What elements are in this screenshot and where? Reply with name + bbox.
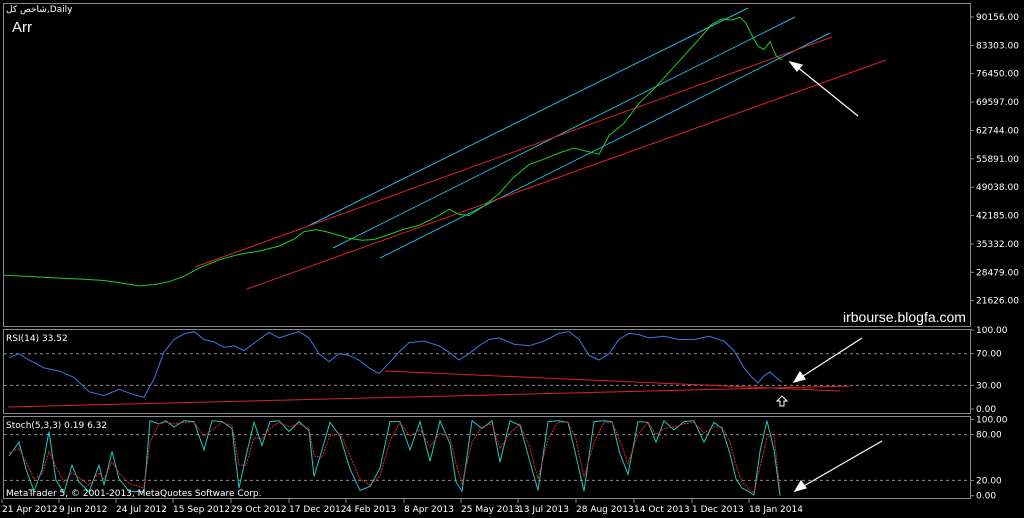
y-tick-label: 62744.00 <box>976 126 1019 136</box>
watermark: irbourse.blogfa.com <box>843 309 966 325</box>
symbol-header: شاخص کل,Daily <box>6 5 73 15</box>
price-series-line[interactable] <box>3 16 783 287</box>
x-tick-label: 4 Feb 2013 <box>346 505 396 515</box>
stoch-panel[interactable]: 100.00 80.00 20.00 0.00 Stoch(5,3,3) 0.19 6… <box>4 415 1008 502</box>
annotation-arrow-rsi <box>792 337 863 383</box>
y-tick-label: 0.00 <box>976 492 996 502</box>
channel-lower-cyan[interactable] <box>379 32 831 259</box>
x-tick-label: 24 Jul 2012 <box>116 505 167 515</box>
arrow-head-stoch <box>793 479 807 492</box>
y-tick-label: 90156.00 <box>976 13 1019 23</box>
up-arrow-icon <box>775 395 789 407</box>
rsi-panel[interactable]: 100.00 70.00 30.00 0.00 RSI(14) 33.52 <box>4 326 1008 415</box>
arrow-head-rsi <box>792 370 806 383</box>
x-tick-label: 28 Aug 2013 <box>576 505 634 515</box>
rsi-trendline-lower[interactable] <box>7 385 851 408</box>
y-tick-label: 100.00 <box>976 415 1008 425</box>
x-tick-label: 14 Oct 2013 <box>634 505 690 515</box>
y-tick-label: 35332.00 <box>976 240 1019 250</box>
y-tick-label: 55891.00 <box>976 155 1019 165</box>
y-tick-label: 76450.00 <box>976 70 1019 80</box>
channel-lines <box>194 7 887 290</box>
y-tick-label: 100.00 <box>976 326 1008 336</box>
x-tick-label: 25 May 2013 <box>461 505 520 515</box>
y-tick-label: 80.00 <box>976 431 1002 441</box>
rsi-panel-frame <box>3 329 971 414</box>
y-tick-label: 21626.00 <box>976 297 1019 307</box>
trendline-lower-red[interactable] <box>246 59 887 290</box>
annotation-arrow-stoch <box>793 440 883 492</box>
y-tick-label: 69597.00 <box>976 98 1019 108</box>
price-y-axis: 90156.00 83303.00 76450.00 69597.00 62744.00… <box>970 13 1019 307</box>
x-tick-label: 15 Sep 2012 <box>173 505 230 515</box>
rsi-trendlines <box>7 370 851 408</box>
x-tick-label: 1 Dec 2013 <box>692 505 744 515</box>
annotation-arrow-price <box>788 60 859 117</box>
rsi-y-axis: 100.00 70.00 30.00 0.00 <box>970 326 1008 415</box>
x-tick-label: 13 Jul 2013 <box>518 505 569 515</box>
x-tick-label: 21 Apr 2012 <box>2 505 58 515</box>
rsi-levels <box>4 353 970 386</box>
y-tick-label: 20.00 <box>976 476 1002 486</box>
time-axis: 21 Apr 2012 9 Jun 2012 24 Jul 2012 15 Sep 2… <box>1 499 803 515</box>
y-tick-label: 42185.00 <box>976 212 1019 222</box>
stoch-panel-frame <box>3 416 971 499</box>
y-tick-label: 0.00 <box>976 405 996 415</box>
channel-mid-cyan[interactable] <box>332 16 796 249</box>
trading-chart[interactable]: 90156.00 83303.00 76450.00 69597.00 62744.00… <box>0 0 1024 518</box>
y-tick-label: 83303.00 <box>976 41 1019 51</box>
price-panel-frame <box>3 3 971 327</box>
y-tick-label: 49038.00 <box>976 183 1019 193</box>
y-tick-label: 28479.00 <box>976 268 1019 278</box>
copyright-text: MetaTrader 5, © 2001-2013, MetaQuotes So… <box>6 489 262 499</box>
rsi-series-line[interactable] <box>8 331 783 398</box>
x-tick-label: 29 Oct 2012 <box>231 505 287 515</box>
price-panel[interactable]: 90156.00 83303.00 76450.00 69597.00 62744.00… <box>3 5 1019 325</box>
channel-upper-cyan[interactable] <box>307 7 749 227</box>
up-arrow-marker <box>775 395 789 407</box>
stoch-y-axis: 100.00 80.00 20.00 0.00 <box>970 415 1008 502</box>
arrow-shaft-rsi <box>799 337 863 379</box>
stoch-title: Stoch(5,3,3) 0.19 6.32 <box>6 421 107 431</box>
symbol-label: Arr <box>12 19 32 36</box>
y-tick-label: 70.00 <box>976 350 1002 360</box>
stoch-signal-line[interactable] <box>8 421 781 494</box>
trendline-upper-red[interactable] <box>194 36 833 268</box>
y-tick-label: 30.00 <box>976 381 1002 391</box>
x-tick-label: 18 Jan 2014 <box>749 505 803 515</box>
x-tick-label: 8 Apr 2013 <box>404 505 454 515</box>
rsi-title: RSI(14) 33.52 <box>6 334 68 344</box>
x-tick-label: 9 Jun 2012 <box>59 505 107 515</box>
x-tick-label: 17 Dec 2012 <box>289 505 347 515</box>
